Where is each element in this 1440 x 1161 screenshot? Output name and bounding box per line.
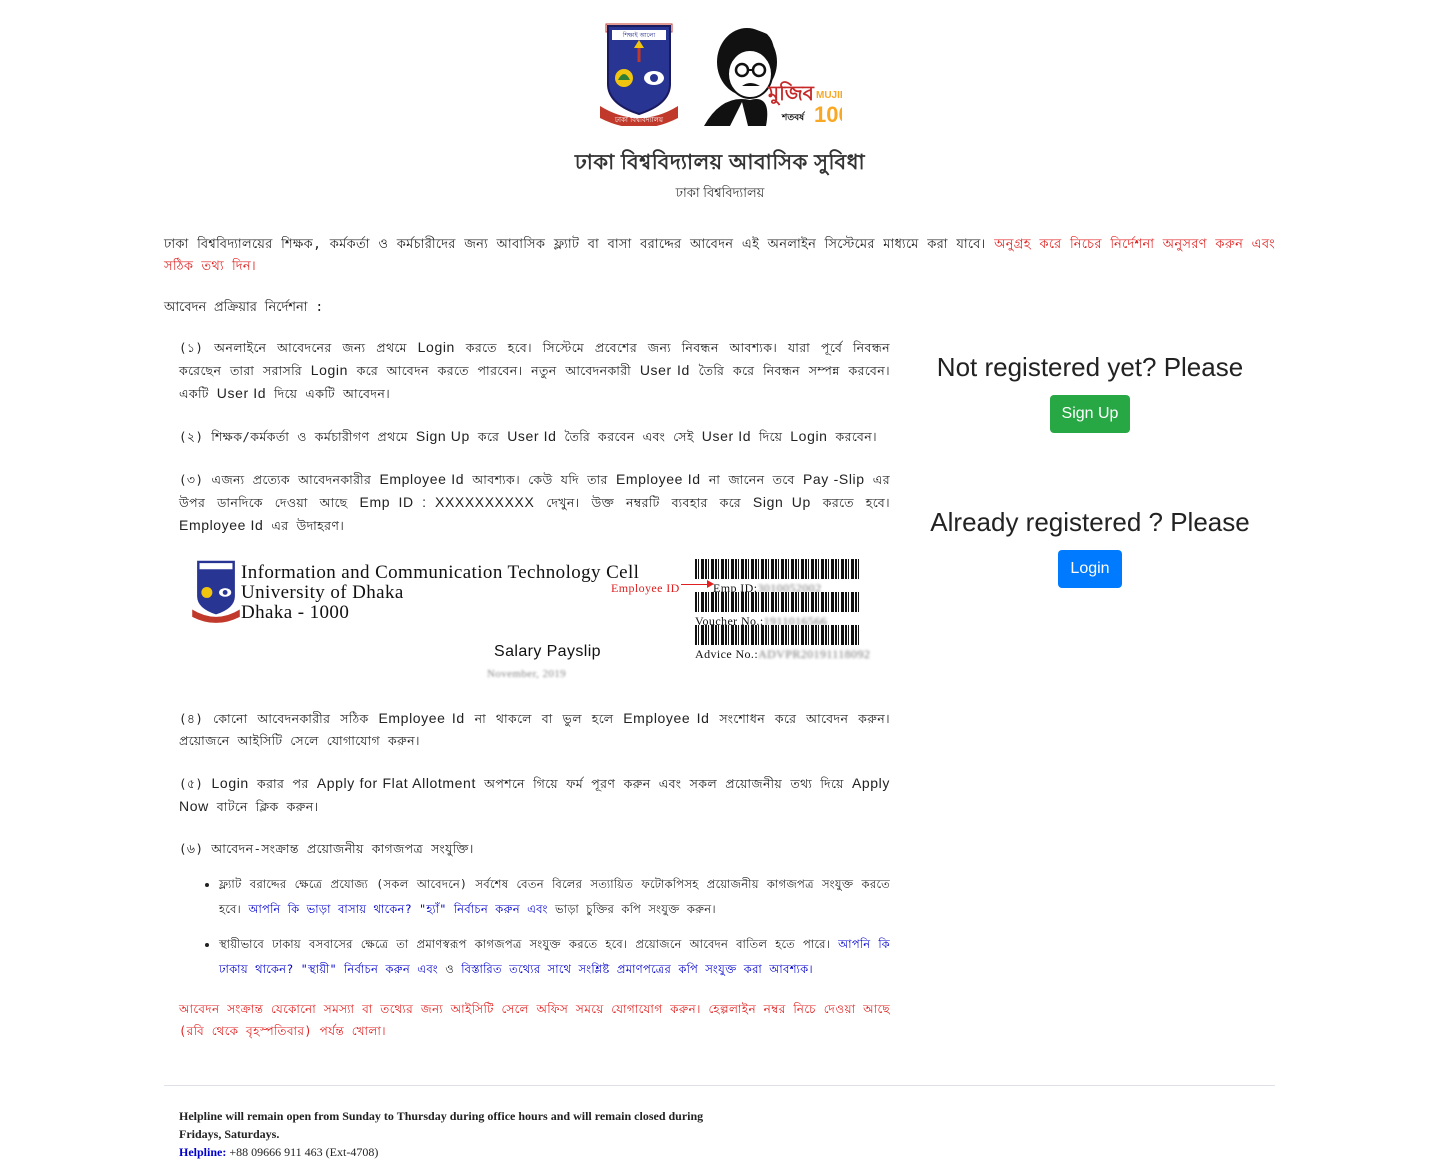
bullet-item-residence: স্থায়ীভাবে ঢাকায় বসবাসের ক্ষেত্রে তা প… [219,932,890,982]
bullet-item-rent: ফ্ল্যাট বরাদ্দের ক্ষেত্রে প্রযোজ্য (সকল … [219,872,890,922]
mujib-logo-en: MUJIB [816,90,842,101]
payslip-advice: Advice No.:ADVPR20191118092 [695,647,871,661]
payslip-emblem-icon [192,560,240,623]
login-button[interactable]: Login [1058,550,1122,588]
payslip-title: Salary Payslip [494,643,601,660]
attachment-bullets: ফ্ল্যাট বরাদ্দের ক্ষেত্রে প্রযোজ্য (সকল … [179,872,890,982]
step-3: (৩) এজন্য প্রত্যেক আবেদনকারীর Employee I… [179,471,890,533]
step-2: (২) শিক্ষক/কর্মকর্তা ও কর্মচারীগণ প্রথমে… [179,428,878,444]
page: ঢাকা বিশ্ববিদ্যালয় শিক্ষাই আলো মুজিব শত… [0,0,1440,1161]
barcode-icon [695,559,861,579]
login-heading: Already registered ? Please [930,507,1250,537]
payslip-org-line1: Information and Communication Technology… [241,562,640,583]
site-title: ঢাকা বিশ্ববিদ্যালয় আবাসিক সুবিধা [574,151,866,174]
step-6: (৬) আবেদন-সংক্রান্ত প্রয়োজনীয় কাগজপত্র… [179,841,474,856]
intro-text: ঢাকা বিশ্ববিদ্যালয়ের শিক্ষক, কর্মকর্তা … [164,237,995,252]
mujib-100-logo: মুজিব শতবর্ষ MUJIB 100 [702,22,851,127]
intro-paragraph: ঢাকা বিশ্ববিদ্যালয়ের শিক্ষক, কর্মকর্তা … [164,234,1275,278]
login-panel: Already registered ? Please Login [905,507,1275,588]
footer: Helpline will remain open from Sunday to… [179,1107,719,1161]
step-5: (৫) Login করার পর Apply for Flat Allotme… [179,775,890,814]
barcode-icon [695,592,861,612]
barcode-icon [695,625,861,645]
step-1: (১) অনলাইনে আবেদনের জন্য প্রথমে Login কর… [179,339,891,401]
instructions-list: (১) অনলাইনে আবেদনের জন্য প্রথমে Login কর… [179,336,890,1042]
mujib-logo-sub: শতবর্ষ [781,111,806,123]
emblem-ribbon-text: ঢাকা বিশ্ববিদ্যালয় [614,116,664,124]
payslip-org-line2: University of Dhaka [241,582,404,603]
warning-text: আবেদন সংক্রান্ত যেকোনো সমস্যা বা তথ্যের … [179,1002,890,1038]
signup-panel: Not registered yet? Please Sign Up [905,352,1275,433]
mujib-logo-num: 100 [814,102,842,126]
header-logos: ঢাকা বিশ্ববিদ্যালয় শিক্ষাই আলো মুজিব শত… [0,22,1440,128]
payslip-month: November, 2019 [487,668,567,680]
emblem-top-text: শিক্ষাই আলো [622,32,656,39]
footer-hours-text: Helpline will remain open from Sunday to… [179,1109,704,1141]
step-4: (৪) কোনো আবেদনকারীর সঠিক Employee Id না … [179,710,891,748]
footer-helpline: Helpline: +88 09666 911 463 (Ext-4708) [179,1145,379,1159]
university-emblem-logo: ঢাকা বিশ্ববিদ্যালয় শিক্ষাই আলো [598,22,680,128]
rules-heading: আবেদন প্রক্রিয়ার নির্দেশনা : [164,300,324,315]
signup-heading: Not registered yet? Please [936,352,1244,382]
site-subtitle: ঢাকা বিশ্ববিদ্যালয় [675,185,765,200]
payslip-sample-image: Information and Communication Technology… [189,557,879,685]
payslip-org-line3: Dhaka - 1000 [241,602,350,623]
employee-id-annotation: Employee ID [611,581,680,595]
footer-divider [164,1085,1275,1086]
signup-button[interactable]: Sign Up [1049,395,1131,433]
mujib-logo-text: মুজিব [767,81,815,106]
